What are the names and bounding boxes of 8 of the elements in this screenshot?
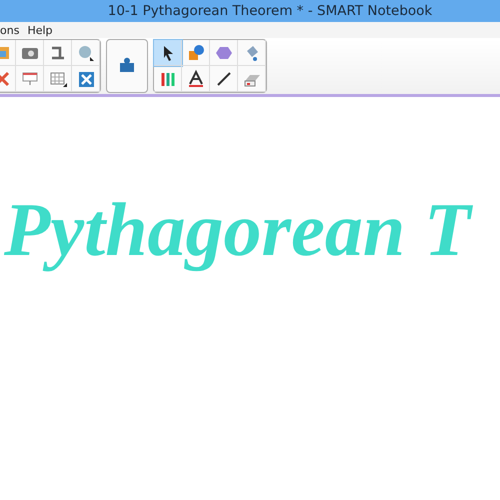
tool-button[interactable] xyxy=(182,66,210,92)
tool-button[interactable] xyxy=(154,40,182,66)
tool-button[interactable] xyxy=(210,66,238,92)
menu-item[interactable]: ons xyxy=(0,24,20,36)
tool-button[interactable] xyxy=(44,40,72,66)
window-title: 10-1 Pythagorean Theorem * - SMART Notebook xyxy=(108,3,432,19)
menu-item[interactable]: Help xyxy=(27,24,53,36)
page-heading: Pythagorean T xyxy=(4,187,474,274)
